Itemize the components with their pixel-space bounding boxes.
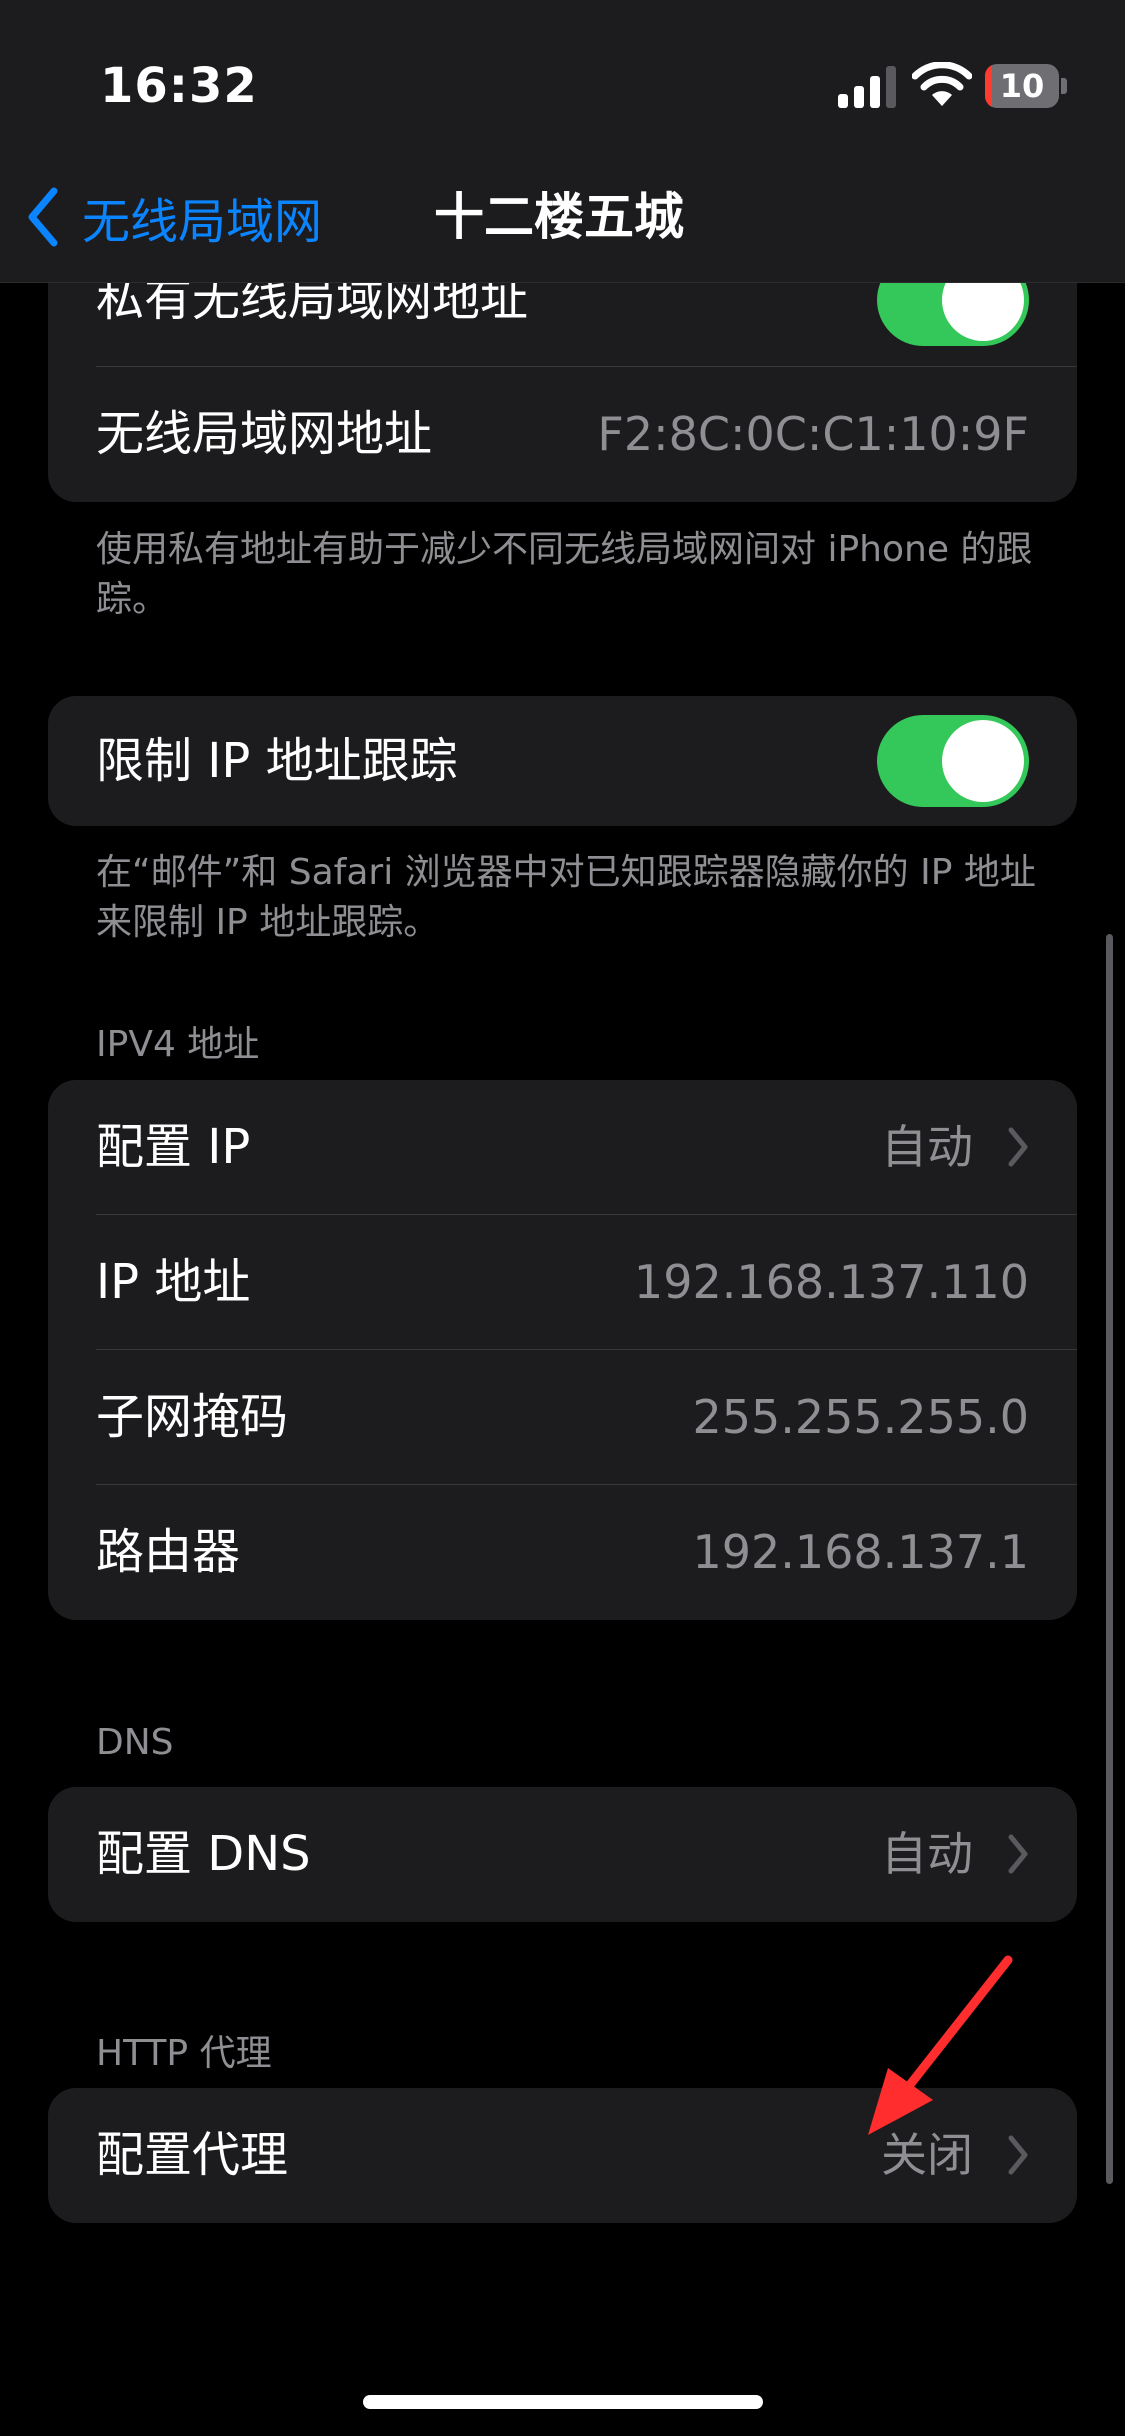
configure-ip-row[interactable]: 配置 IP 自动 [48, 1080, 1077, 1215]
limit-ip-toggle[interactable] [877, 715, 1029, 807]
router-value: 192.168.137.1 [692, 1525, 1029, 1579]
limit-ip-footer: 在“邮件”和 Safari 浏览器中对已知跟踪器隐藏你的 IP 地址来限制 IP… [96, 852, 1036, 943]
subnet-mask-value: 255.255.255.0 [692, 1390, 1029, 1444]
configure-ip-value: 自动 [881, 1120, 973, 1174]
ip-address-label: IP 地址 [96, 1254, 251, 1310]
back-button-label: 无线局域网 [82, 194, 323, 250]
scrollbar[interactable] [1106, 934, 1113, 2184]
configure-ip-label: 配置 IP [96, 1119, 251, 1175]
wlan-address-label: 无线局域网地址 [96, 406, 433, 462]
subnet-mask-label: 子网掩码 [96, 1389, 289, 1445]
wlan-address-row: 无线局域网地址 F2:8C:0C:C1:10:9F [48, 367, 1077, 502]
navigation-header: 16:32 10 无线局域网 十二楼五城 [0, 0, 1125, 283]
subnet-mask-row: 子网掩码 255.255.255.0 [48, 1350, 1077, 1485]
page-title: 十二楼五城 [434, 188, 684, 246]
chevron-left-icon [28, 187, 58, 247]
configure-dns-row[interactable]: 配置 DNS 自动 [48, 1787, 1077, 1922]
signal-icon [838, 66, 896, 108]
limit-ip-row: 限制 IP 地址跟踪 [48, 696, 1077, 826]
router-label: 路由器 [96, 1524, 241, 1580]
limit-ip-label: 限制 IP 地址跟踪 [96, 733, 458, 789]
configure-dns-label: 配置 DNS [96, 1826, 311, 1882]
home-indicator[interactable] [363, 2395, 763, 2409]
dns-header: DNS [96, 1722, 174, 1763]
ipv4-group: 配置 IP 自动 IP 地址 192.168.137.110 子网掩码 255.… [48, 1080, 1077, 1620]
ip-address-value: 192.168.137.110 [633, 1255, 1029, 1309]
dns-group: 配置 DNS 自动 [48, 1787, 1077, 1922]
privacy-footer: 使用私有地址有助于减少不同无线局域网间对 iPhone 的跟踪。 [96, 529, 1033, 620]
ip-address-row: IP 地址 192.168.137.110 [48, 1215, 1077, 1350]
status-time: 16:32 [100, 58, 258, 114]
chevron-right-icon [1008, 2135, 1028, 2175]
annotation-arrow-icon [868, 1955, 1013, 2135]
chevron-right-icon [1008, 1834, 1028, 1874]
back-button[interactable]: 无线局域网 [26, 182, 322, 252]
router-row: 路由器 192.168.137.1 [48, 1485, 1077, 1620]
http-proxy-header: HTTP 代理 [96, 2033, 272, 2074]
configure-proxy-label: 配置代理 [96, 2127, 289, 2183]
ipv4-header: IPV4 地址 [96, 1024, 260, 1065]
configure-dns-value: 自动 [881, 1827, 973, 1881]
battery-icon: 10 [985, 64, 1067, 108]
wlan-address-value: F2:8C:0C:C1:10:9F [597, 407, 1029, 461]
wifi-icon [912, 62, 972, 106]
limit-ip-group: 限制 IP 地址跟踪 [48, 696, 1077, 826]
chevron-right-icon [1008, 1127, 1028, 1167]
battery-percent: 10 [999, 67, 1045, 105]
